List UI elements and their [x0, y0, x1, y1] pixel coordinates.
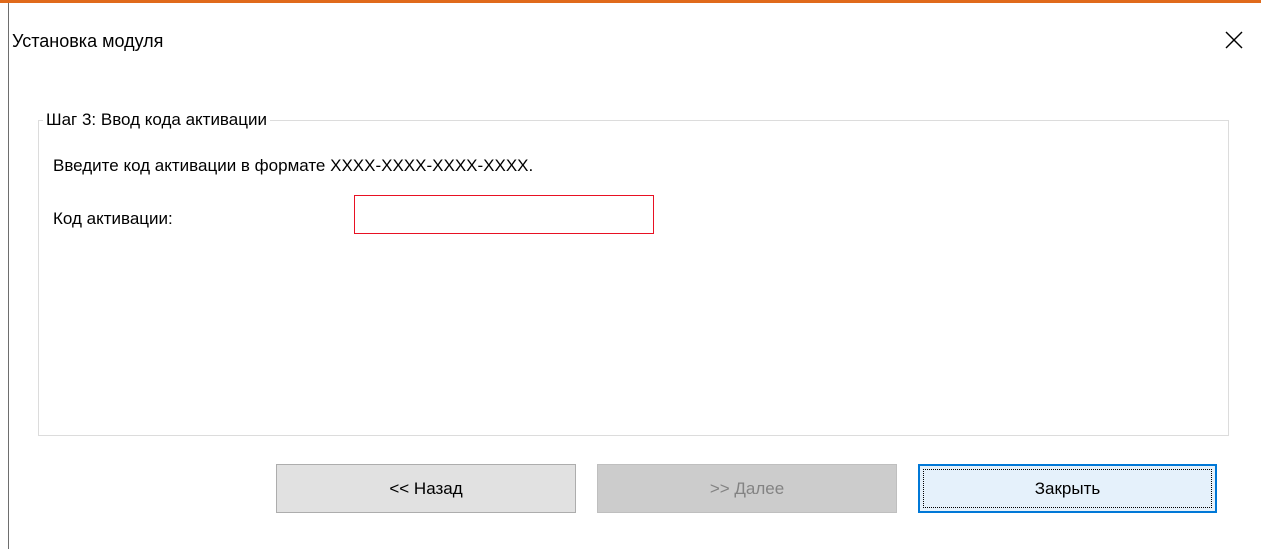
next-button-label: >> Далее: [709, 478, 785, 498]
window-title: Установка модуля: [12, 31, 164, 51]
activation-instruction: Введите код активации в формате XXXX-XXX…: [53, 156, 534, 175]
activation-code-input[interactable]: [354, 195, 654, 234]
close-icon: [1225, 31, 1243, 49]
window-left-border: [8, 3, 9, 549]
next-button: >> Далее: [597, 464, 897, 513]
window-top-accent: [0, 0, 1261, 3]
activation-code-label: Код активации:: [53, 209, 173, 228]
close-button-label: Закрыть: [1034, 478, 1101, 498]
close-window-button[interactable]: [1220, 26, 1248, 54]
setup-dialog: Установка модуля Шаг 3: Ввод кода актива…: [0, 0, 1261, 549]
step-groupbox-legend: Шаг 3: Ввод кода активации: [43, 110, 270, 130]
back-button-label: << Назад: [389, 478, 463, 498]
close-button[interactable]: Закрыть: [918, 464, 1217, 513]
back-button[interactable]: << Назад: [276, 464, 576, 513]
